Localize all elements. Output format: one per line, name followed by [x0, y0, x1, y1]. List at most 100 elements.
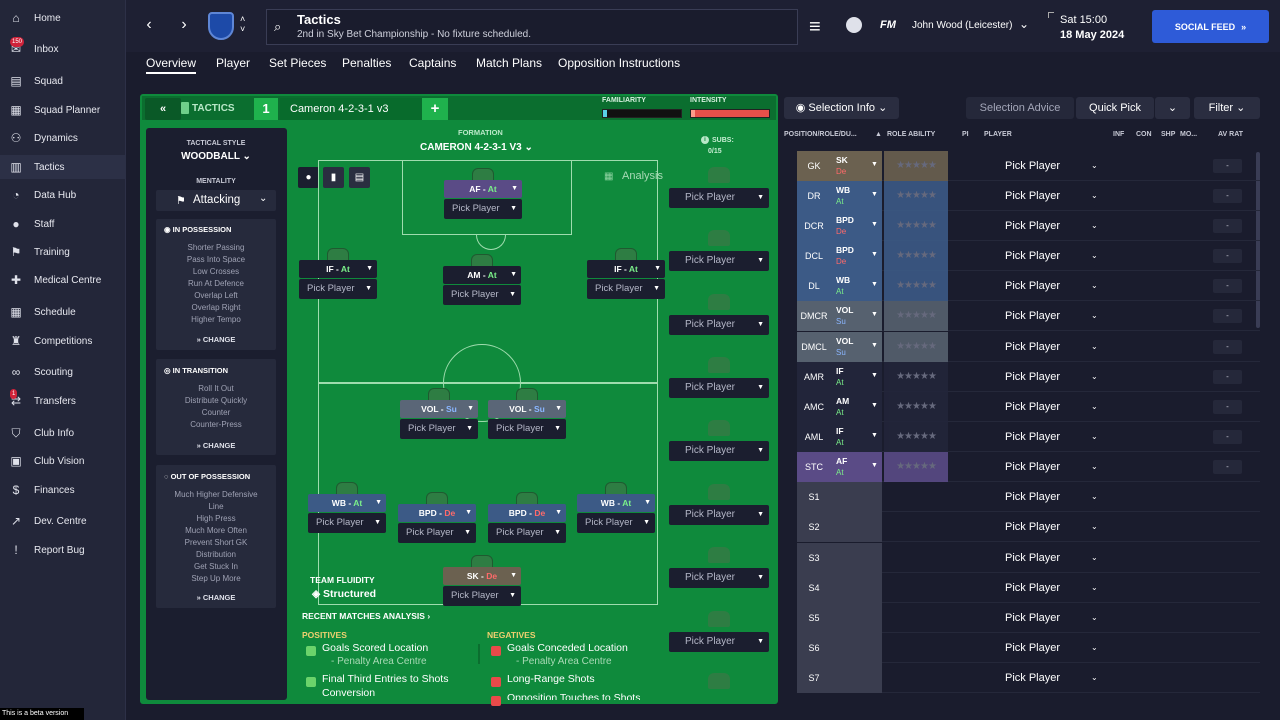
role-duty-selector[interactable]: VOL Su ▼	[831, 332, 882, 362]
info-icon[interactable]: i	[701, 136, 709, 144]
sidebar-item-dev-centre[interactable]: ↗ Dev. Centre	[0, 509, 126, 533]
pick-player-dropdown[interactable]: Pick Player ▼	[398, 523, 476, 543]
sidebar-item-squad[interactable]: ▤ Squad	[0, 69, 126, 93]
chevron-down-icon[interactable]: ⌄	[1091, 151, 1098, 181]
role-selector[interactable]: SK - De ▼	[443, 567, 521, 585]
sidebar-item-dynamics[interactable]: ⚇ Dynamics	[0, 126, 126, 150]
player-slot-bpd[interactable]: BPD - De ▼ Pick Player ▼	[488, 492, 566, 544]
role-duty-selector[interactable]: AM At ▼	[831, 392, 882, 422]
chevron-down-icon[interactable]: ⌄	[1019, 17, 1029, 31]
in-possession-change-button[interactable]: » CHANGE	[156, 335, 276, 344]
substitute-pick-dropdown[interactable]: Pick Player ▼	[669, 315, 769, 335]
formation-dropdown[interactable]: CAMERON 4-2-3-1 V3 ⌄	[420, 142, 533, 153]
role-selector[interactable]: WB - At ▼	[577, 494, 655, 512]
role-duty-selector[interactable]: AF At ▼	[831, 452, 882, 482]
manager-name[interactable]: John Wood (Leicester)	[912, 20, 1012, 31]
tactic-name-dropdown[interactable]: Cameron 4-2-3-1 v3	[280, 98, 422, 120]
chevron-down-icon[interactable]: ⌄	[1091, 362, 1098, 392]
role-selector[interactable]: AM - At ▼	[443, 266, 521, 284]
tab-overview[interactable]: Overview	[146, 56, 197, 74]
role-selector[interactable]: IF - At ▼	[299, 260, 377, 278]
quick-pick-chevron-icon[interactable]: ⌄	[1155, 97, 1190, 119]
role-duty-selector[interactable]: IF At ▼	[831, 422, 882, 452]
sidebar-item-competitions[interactable]: ♜ Competitions	[0, 329, 126, 353]
pick-player-dropdown[interactable]: Pick Player ▼	[488, 523, 566, 543]
player-slot-bpd[interactable]: BPD - De ▼ Pick Player ▼	[398, 492, 476, 544]
column-header-1[interactable]: ROLE ABILITY	[887, 131, 935, 138]
sidebar-item-transfers[interactable]: ⇄ 1 Transfers	[0, 389, 126, 413]
sidebar-item-training[interactable]: ⚑ Training	[0, 240, 126, 264]
column-header-8[interactable]: AV RAT	[1218, 131, 1243, 138]
pick-player-dropdown[interactable]: Pick Player	[1005, 301, 1060, 331]
pick-player-dropdown[interactable]: Pick Player	[1005, 452, 1060, 482]
filter-dropdown[interactable]: Filter ⌄	[1194, 97, 1260, 119]
pick-player-dropdown[interactable]: Pick Player ▼	[488, 419, 566, 439]
chevron-down-icon[interactable]: ⌄	[1091, 211, 1098, 241]
social-feed-button[interactable]: SOCIAL FEED »	[1152, 10, 1269, 43]
column-header-5[interactable]: CON	[1136, 131, 1152, 138]
pick-player-dropdown[interactable]: Pick Player ▼	[587, 279, 665, 299]
player-slot-if[interactable]: IF - At ▼ Pick Player ▼	[587, 248, 665, 300]
substitute-pick-dropdown[interactable]: Pick Player ▼	[669, 568, 769, 588]
chevron-down-icon[interactable]: ⌄	[1091, 301, 1098, 331]
chevron-down-icon[interactable]: ⌄	[1091, 332, 1098, 362]
substitute-pick-dropdown[interactable]: Pick Player ▼	[669, 188, 769, 208]
selection-advice-button[interactable]: Selection Advice	[966, 97, 1074, 119]
menu-icon[interactable]: ≡	[809, 16, 821, 39]
pick-player-dropdown[interactable]: Pick Player ▼	[444, 199, 522, 219]
sidebar-item-tactics[interactable]: ▥ Tactics	[0, 155, 126, 179]
pick-player-dropdown[interactable]: Pick Player ▼	[308, 513, 386, 533]
in-transition-change-button[interactable]: » CHANGE	[156, 441, 276, 450]
familiarity-bar[interactable]	[602, 109, 682, 118]
pick-player-dropdown[interactable]: Pick Player ▼	[443, 285, 521, 305]
role-duty-selector[interactable]: SK De ▼	[831, 151, 882, 181]
player-slot-am[interactable]: AM - At ▼ Pick Player ▼	[443, 254, 521, 306]
role-selector[interactable]: IF - At ▼	[587, 260, 665, 278]
column-header-4[interactable]: INF	[1113, 131, 1124, 138]
selection-info-dropdown[interactable]: ◉ Selection Info ⌄	[784, 97, 899, 119]
pick-player-dropdown[interactable]: Pick Player	[1005, 241, 1060, 271]
collapse-button[interactable]: «	[145, 98, 181, 120]
tactical-style-dropdown[interactable]: WOODBALL ⌄	[156, 151, 276, 162]
role-selector[interactable]: VOL - Su ▼	[400, 400, 478, 418]
column-header-0[interactable]: POSITION/ROLE/DU...	[784, 131, 857, 138]
pick-player-dropdown[interactable]: Pick Player	[1005, 543, 1060, 573]
pick-player-dropdown[interactable]: Pick Player ▼	[443, 586, 521, 606]
player-slot-vol[interactable]: VOL - Su ▼ Pick Player ▼	[400, 388, 478, 440]
sidebar-item-club-vision[interactable]: ▣ Club Vision	[0, 449, 126, 473]
tab-captains[interactable]: Captains	[409, 56, 456, 74]
pick-player-dropdown[interactable]: Pick Player ▼	[577, 513, 655, 533]
club-crest-icon[interactable]	[208, 12, 234, 40]
pick-player-dropdown[interactable]: Pick Player	[1005, 151, 1060, 181]
pick-player-dropdown[interactable]: Pick Player	[1005, 271, 1060, 301]
chevron-down-icon[interactable]: ⌄	[1091, 603, 1098, 633]
pick-player-dropdown[interactable]: Pick Player	[1005, 422, 1060, 452]
forward-arrow-icon[interactable]: ›	[174, 16, 194, 36]
role-duty-selector[interactable]: BPD De ▼	[831, 211, 882, 241]
substitute-pick-dropdown[interactable]: Pick Player ▼	[669, 251, 769, 271]
chevron-down-icon[interactable]: ⌄	[1091, 392, 1098, 422]
role-duty-selector[interactable]: IF At ▼	[831, 362, 882, 392]
player-slot-sk[interactable]: SK - De ▼ Pick Player ▼	[443, 555, 521, 607]
player-slot-wb[interactable]: WB - At ▼ Pick Player ▼	[308, 482, 386, 534]
pick-player-dropdown[interactable]: Pick Player	[1005, 603, 1060, 633]
pick-player-dropdown[interactable]: Pick Player	[1005, 362, 1060, 392]
chevron-down-icon[interactable]: ⌄	[1091, 241, 1098, 271]
tab-opposition-instructions[interactable]: Opposition Instructions	[558, 56, 680, 74]
role-duty-selector[interactable]: BPD De ▼	[831, 241, 882, 271]
player-slot-vol[interactable]: VOL - Su ▼ Pick Player ▼	[488, 388, 566, 440]
sidebar-item-data-hub[interactable]: ◔ Data Hub	[0, 183, 126, 207]
pick-player-dropdown[interactable]: Pick Player	[1005, 181, 1060, 211]
crest-toggle-icon[interactable]: ˄ ˅	[240, 14, 245, 34]
tab-player[interactable]: Player	[216, 56, 250, 74]
sidebar-item-finances[interactable]: $ Finances	[0, 478, 126, 502]
sidebar-item-club-info[interactable]: ⛉ Club Info	[0, 421, 126, 445]
back-arrow-icon[interactable]: ‹	[139, 16, 159, 36]
chevron-down-icon[interactable]: ⌄	[1091, 663, 1098, 693]
chevron-down-icon[interactable]: ⌄	[1091, 543, 1098, 573]
substitute-pick-dropdown[interactable]: Pick Player ▼	[669, 378, 769, 398]
pick-player-dropdown[interactable]: Pick Player	[1005, 211, 1060, 241]
chevron-down-icon[interactable]: ⌄	[1091, 271, 1098, 301]
tab-penalties[interactable]: Penalties	[342, 56, 391, 74]
recent-matches-analysis-link[interactable]: RECENT MATCHES ANALYSIS ›	[302, 611, 430, 621]
